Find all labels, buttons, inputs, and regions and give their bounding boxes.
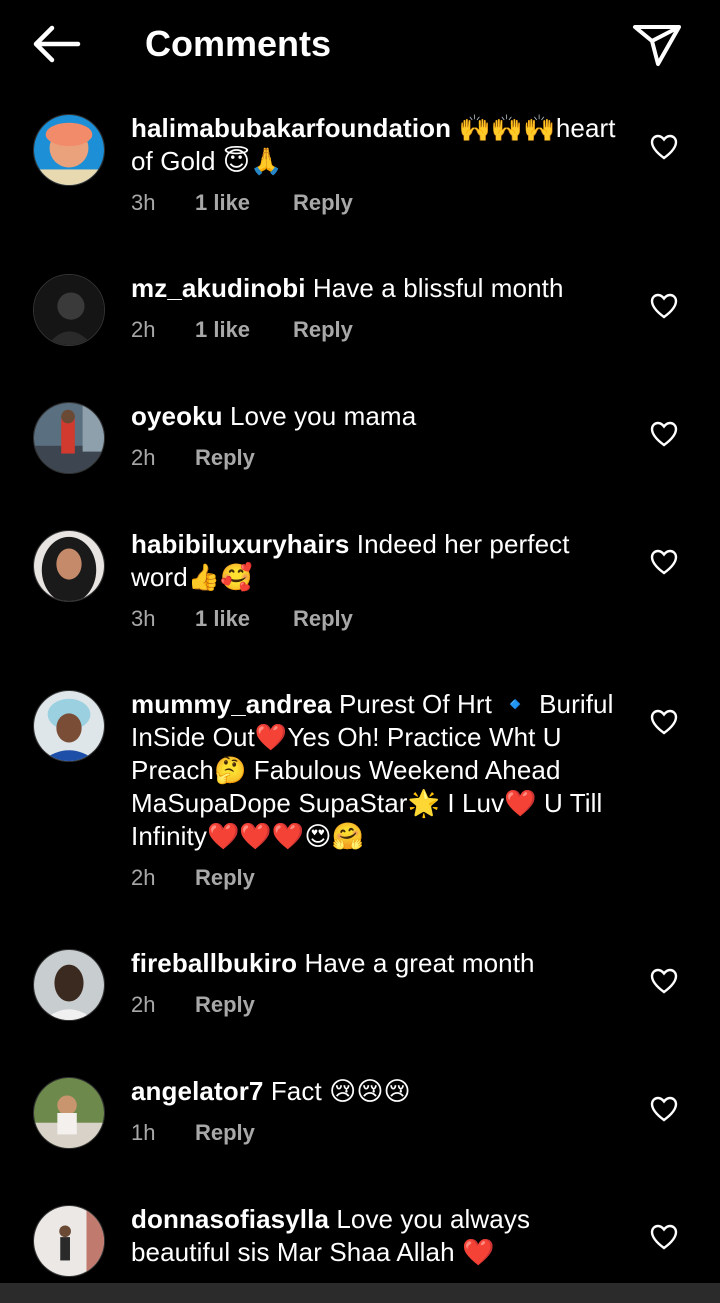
bottom-bar	[0, 1283, 720, 1303]
comment-item: oyeoku Love you mama 2h Reply	[0, 380, 720, 508]
comment-time: 3h	[131, 606, 156, 631]
comment-username[interactable]: oyeoku	[131, 401, 223, 431]
heart-icon	[650, 968, 678, 994]
comment-text: halimabubakarfoundation 🙌🙌🙌heart of Gold…	[131, 112, 631, 178]
reply-button[interactable]: Reply	[293, 315, 353, 345]
comment-meta: 2h Reply	[131, 863, 631, 893]
comment-meta: 3h 1 like Reply	[131, 188, 631, 218]
comment-likes[interactable]: 1 like	[195, 604, 293, 634]
comment-meta: 3h 1 like Reply	[131, 604, 631, 634]
avatar[interactable]	[33, 114, 105, 186]
reply-button[interactable]: Reply	[195, 990, 255, 1020]
comment-time: 1h	[131, 1120, 156, 1145]
comment-item: mummy_andrea Purest Of Hrt 🔹 Buriful InS…	[0, 668, 720, 927]
reply-button[interactable]: Reply	[195, 863, 255, 893]
like-button[interactable]	[650, 549, 678, 575]
paper-plane-icon	[633, 25, 681, 66]
comment-text: mz_akudinobi Have a blissful month	[131, 272, 631, 305]
like-button[interactable]	[650, 293, 678, 319]
comment-username[interactable]: halimabubakarfoundation	[131, 113, 451, 143]
comment-text: mummy_andrea Purest Of Hrt 🔹 Buriful InS…	[131, 688, 631, 853]
heart-icon	[650, 421, 678, 447]
comment-body: Have a blissful month	[312, 273, 564, 303]
comment-item: angelator7 Fact 😢😢😢 1h Reply	[0, 1055, 720, 1183]
avatar[interactable]	[33, 402, 105, 474]
comment-text: oyeoku Love you mama	[131, 400, 631, 433]
comment-username[interactable]: donnasofiasylla	[131, 1204, 329, 1234]
comment-time: 2h	[131, 317, 156, 342]
like-button[interactable]	[650, 1224, 678, 1250]
comment-item: donnasofiasylla Love you always beautifu…	[0, 1183, 720, 1283]
page-title: Comments	[145, 23, 332, 64]
heart-icon	[650, 709, 678, 735]
comment-meta: 1h Reply	[131, 1118, 631, 1148]
comment-time: 2h	[131, 865, 156, 890]
comment-item: halimabubakarfoundation 🙌🙌🙌heart of Gold…	[0, 92, 720, 252]
comment-body: Fact 😢😢😢	[270, 1076, 411, 1106]
comment-text: donnasofiasylla Love you always beautifu…	[131, 1203, 631, 1269]
comment-body: Have a great month	[304, 948, 535, 978]
comment-time: 2h	[131, 445, 156, 470]
comment-username[interactable]: angelator7	[131, 1076, 264, 1106]
like-button[interactable]	[650, 421, 678, 447]
comment-likes[interactable]: 1 like	[195, 188, 293, 218]
avatar[interactable]	[33, 274, 105, 346]
heart-icon	[650, 1096, 678, 1122]
share-button[interactable]	[630, 22, 684, 68]
reply-button[interactable]: Reply	[195, 1118, 255, 1148]
avatar[interactable]	[33, 530, 105, 602]
back-button[interactable]	[28, 22, 84, 66]
comment-item: fireballbukiro Have a great month 2h Repl…	[0, 927, 720, 1055]
comment-username[interactable]: mz_akudinobi	[131, 273, 306, 303]
comment-text: habibiluxuryhairs Indeed her perfect wor…	[131, 528, 631, 594]
comment-username[interactable]: fireballbukiro	[131, 948, 297, 978]
like-button[interactable]	[650, 1096, 678, 1122]
heart-icon	[650, 1224, 678, 1250]
reply-button[interactable]: Reply	[293, 604, 353, 634]
reply-button[interactable]: Reply	[195, 443, 255, 473]
comment-time: 2h	[131, 992, 156, 1017]
heart-icon	[650, 549, 678, 575]
avatar[interactable]	[33, 690, 105, 762]
heart-icon	[650, 293, 678, 319]
comment-item: mz_akudinobi Have a blissful month 2h 1 l…	[0, 252, 720, 380]
avatar[interactable]	[33, 949, 105, 1021]
heart-icon	[650, 134, 678, 160]
comment-item: habibiluxuryhairs Indeed her perfect wor…	[0, 508, 720, 668]
comment-meta: 2h Reply	[131, 443, 631, 473]
comment-meta: 2h Reply	[131, 990, 631, 1020]
reply-button[interactable]: Reply	[293, 188, 353, 218]
arrow-left-icon	[33, 25, 81, 63]
comment-body: Love you mama	[229, 401, 417, 431]
like-button[interactable]	[650, 709, 678, 735]
avatar[interactable]	[33, 1205, 105, 1277]
comment-username[interactable]: habibiluxuryhairs	[131, 529, 349, 559]
comment-likes[interactable]: 1 like	[195, 315, 293, 345]
header-bar: Comments	[0, 0, 720, 92]
avatar[interactable]	[33, 1077, 105, 1149]
comment-time: 3h	[131, 190, 156, 215]
comment-text: fireballbukiro Have a great month	[131, 947, 631, 980]
like-button[interactable]	[650, 968, 678, 994]
like-button[interactable]	[650, 134, 678, 160]
comment-username[interactable]: mummy_andrea	[131, 689, 332, 719]
comment-text: angelator7 Fact 😢😢😢	[131, 1075, 631, 1108]
comment-meta: 2h 1 like Reply	[131, 315, 631, 345]
